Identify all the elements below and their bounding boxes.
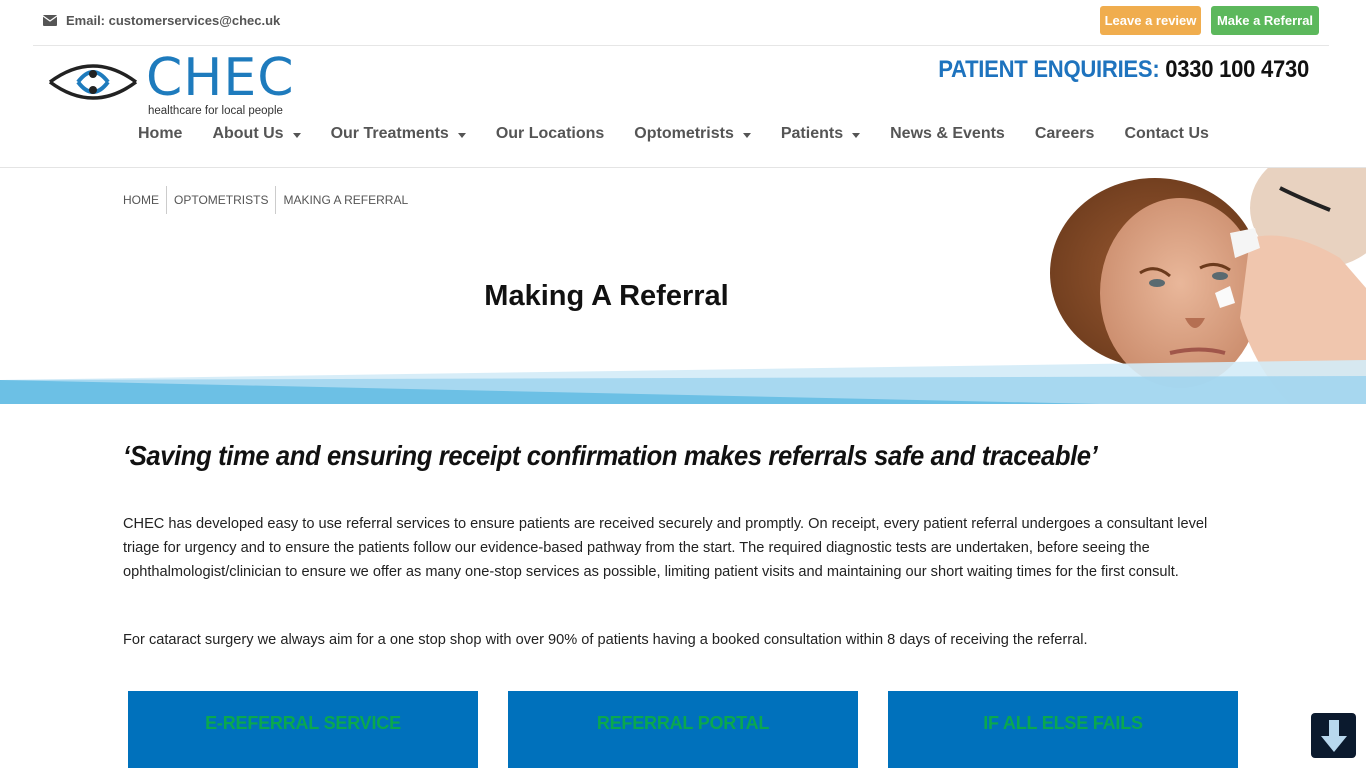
breadcrumb-home[interactable]: HOME [123,186,166,214]
page-title: Making A Referral [484,280,729,312]
nav-label: Our Treatments [330,125,449,142]
patient-enquiries[interactable]: PATIENT ENQUIRIES: 0330 100 4730 [938,56,1309,84]
top-bar: Email: customerservices@chec.uk Leave a … [33,0,1329,46]
referral-quote: ‘Saving time and ensuring receipt confir… [123,440,1098,471]
nav-label: Careers [1034,125,1095,142]
email-label: Email: customerservices@chec.uk [66,13,281,28]
brand-tagline: healthcare for local people [148,105,283,117]
chec-logo[interactable]: CHEC healthcare for local people [48,52,294,120]
nav-label: Patients [780,125,844,142]
nav-label: About Us [212,125,284,142]
referral-portal-card[interactable]: REFERRAL PORTAL [508,691,858,768]
nav-label: Contact Us [1124,125,1209,142]
hero-wave-decoration [0,360,1366,404]
nav-contact-us[interactable]: Contact Us [1109,125,1223,143]
breadcrumb-optometrists[interactable]: OPTOMETRISTS [166,186,275,214]
eye-logo-icon [48,64,138,100]
if-all-else-fails-card[interactable]: IF ALL ELSE FAILS [888,691,1238,768]
nav-optometrists[interactable]: Optometrists [619,125,766,143]
card-title: E-REFERRAL SERVICE [205,713,401,733]
intro-paragraph: CHEC has developed easy to use referral … [123,516,1208,580]
nav-our-locations[interactable]: Our Locations [481,125,619,143]
enquiries-label: PATIENT ENQUIRIES: [938,56,1160,83]
nav-label: Our Locations [495,125,605,142]
cataract-paragraph: For cataract surgery we always aim for a… [123,632,1088,648]
nav-news-events[interactable]: News & Events [875,125,1020,143]
e-referral-service-card[interactable]: E-REFERRAL SERVICE [128,691,478,768]
breadcrumb: HOME OPTOMETRISTS MAKING A REFERRAL [123,186,415,214]
contact-email[interactable]: Email: customerservices@chec.uk [43,13,280,28]
nav-our-treatments[interactable]: Our Treatments [316,125,481,143]
make-referral-button[interactable]: Make a Referral [1211,6,1319,35]
caret-down-icon [852,132,861,138]
card-title: IF ALL ELSE FAILS [983,713,1143,733]
nav-about-us[interactable]: About Us [197,125,315,143]
enquiries-phone: 0330 100 4730 [1165,56,1309,83]
caret-down-icon [292,132,301,138]
nav-label: News & Events [890,125,1005,142]
card-title: REFERRAL PORTAL [596,713,770,733]
arrow-down-icon [1320,719,1347,752]
brand-name: CHEC [146,48,295,108]
main-nav: Home About Us Our Treatments Our Locatio… [123,118,1224,150]
page-hero: HOME OPTOMETRISTS MAKING A REFERRAL Maki… [0,168,1366,404]
leave-review-button[interactable]: Leave a review [1100,6,1201,35]
nav-home[interactable]: Home [123,125,197,143]
nav-patients[interactable]: Patients [766,125,875,143]
caret-down-icon [457,132,466,138]
breadcrumb-current: MAKING A REFERRAL [275,186,415,214]
nav-label: Home [138,125,183,142]
scroll-down-button[interactable] [1311,713,1356,758]
nav-careers[interactable]: Careers [1020,125,1110,143]
caret-down-icon [742,132,751,138]
envelope-icon [43,15,57,26]
nav-label: Optometrists [634,125,734,142]
